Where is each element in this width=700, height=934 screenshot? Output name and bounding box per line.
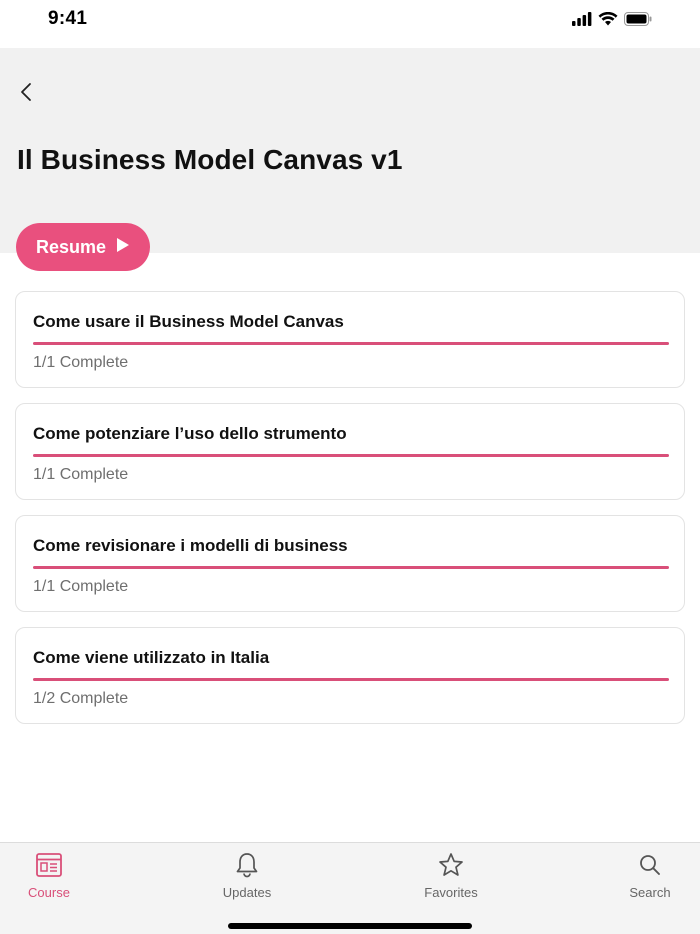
lesson-progress-bar	[33, 454, 669, 457]
tab-label: Favorites	[424, 885, 478, 900]
lesson-progress-bar	[33, 566, 669, 569]
star-icon	[437, 851, 465, 879]
lesson-card[interactable]: Come viene utilizzato in Italia 1/2 Comp…	[15, 627, 685, 724]
cellular-signal-icon	[572, 12, 592, 31]
lesson-progress-bar	[33, 678, 669, 681]
tab-bar: Course Updates Favorites Search	[0, 842, 700, 934]
resume-label: Resume	[35, 236, 107, 257]
lesson-status: 1/1 Complete	[33, 354, 129, 371]
status-icons	[572, 11, 652, 31]
wifi-icon	[598, 11, 618, 31]
page-title: Il Business Model Canvas v1	[17, 144, 403, 175]
search-icon	[636, 851, 664, 879]
lesson-title: Come viene utilizzato in Italia	[33, 648, 270, 667]
resume-button[interactable]: Resume	[16, 223, 150, 271]
lesson-card[interactable]: Come usare il Business Model Canvas 1/1 …	[15, 291, 685, 388]
status-bar: 9:41	[0, 0, 700, 48]
lesson-status: 1/1 Complete	[33, 466, 129, 483]
back-button[interactable]	[14, 80, 38, 108]
lesson-status: 1/1 Complete	[33, 578, 129, 595]
tab-label: Search	[629, 885, 671, 900]
play-icon	[116, 237, 130, 258]
lesson-card[interactable]: Come revisionare i modelli di business 1…	[15, 515, 685, 612]
tab-search[interactable]: Search	[626, 851, 674, 900]
course-icon	[35, 851, 63, 879]
lesson-progress-bar	[33, 342, 669, 345]
status-time: 9:41	[48, 8, 88, 29]
lesson-status: 1/2 Complete	[33, 690, 129, 707]
tab-updates[interactable]: Updates	[218, 851, 276, 900]
bell-icon	[233, 851, 261, 879]
lesson-card[interactable]: Come potenziare l’uso dello strumento 1/…	[15, 403, 685, 500]
battery-icon	[624, 12, 652, 31]
home-indicator	[228, 923, 472, 929]
tab-label: Updates	[222, 885, 272, 900]
tab-course[interactable]: Course	[26, 851, 72, 900]
lesson-list: Come usare il Business Model Canvas 1/1 …	[15, 291, 685, 739]
lesson-title: Come usare il Business Model Canvas	[33, 312, 344, 331]
lesson-title: Come revisionare i modelli di business	[33, 536, 348, 555]
lesson-title: Come potenziare l’uso dello strumento	[33, 424, 347, 443]
tab-label: Course	[28, 885, 70, 900]
chevron-left-icon	[20, 82, 32, 107]
tab-favorites[interactable]: Favorites	[420, 851, 482, 900]
